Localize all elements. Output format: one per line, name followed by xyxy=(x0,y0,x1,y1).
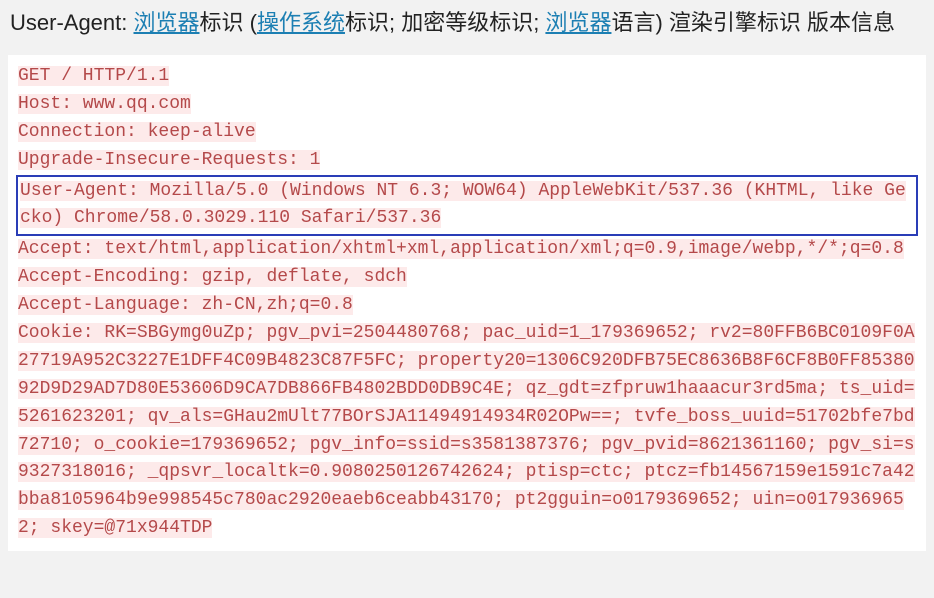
user-agent-format-header: User-Agent: 浏览器标识 (操作系统标识; 加密等级标识; 浏览器语言… xyxy=(0,0,934,47)
accept-encoding-header: Accept-Encoding: gzip, deflate, sdch xyxy=(18,264,916,292)
cookie-header: Cookie: RK=SBGymg0uZp; pgv_pvi=250448076… xyxy=(18,320,916,543)
host-header: Host: www.qq.com xyxy=(18,91,916,119)
t1: 标识 ( xyxy=(200,10,257,35)
t2: 标识; 加密等级标识; xyxy=(345,10,545,35)
browser-link-1[interactable]: 浏览器 xyxy=(134,10,200,35)
t3: 语言) 渲染引擎标识 版本信息 xyxy=(611,10,895,35)
ua-prefix: User-Agent: xyxy=(10,10,134,35)
accept-language-header: Accept-Language: zh-CN,zh;q=0.8 xyxy=(18,292,916,320)
upgrade-insecure-header: Upgrade-Insecure-Requests: 1 xyxy=(18,147,916,175)
request-line: GET / HTTP/1.1 xyxy=(18,63,916,91)
user-agent-header-highlight: User-Agent: Mozilla/5.0 (Windows NT 6.3;… xyxy=(16,175,918,237)
http-request-block: GET / HTTP/1.1 Host: www.qq.com Connecti… xyxy=(8,55,926,551)
os-link[interactable]: 操作系统 xyxy=(257,10,345,35)
browser-link-2[interactable]: 浏览器 xyxy=(545,10,611,35)
connection-header: Connection: keep-alive xyxy=(18,119,916,147)
accept-header: Accept: text/html,application/xhtml+xml,… xyxy=(18,236,916,264)
